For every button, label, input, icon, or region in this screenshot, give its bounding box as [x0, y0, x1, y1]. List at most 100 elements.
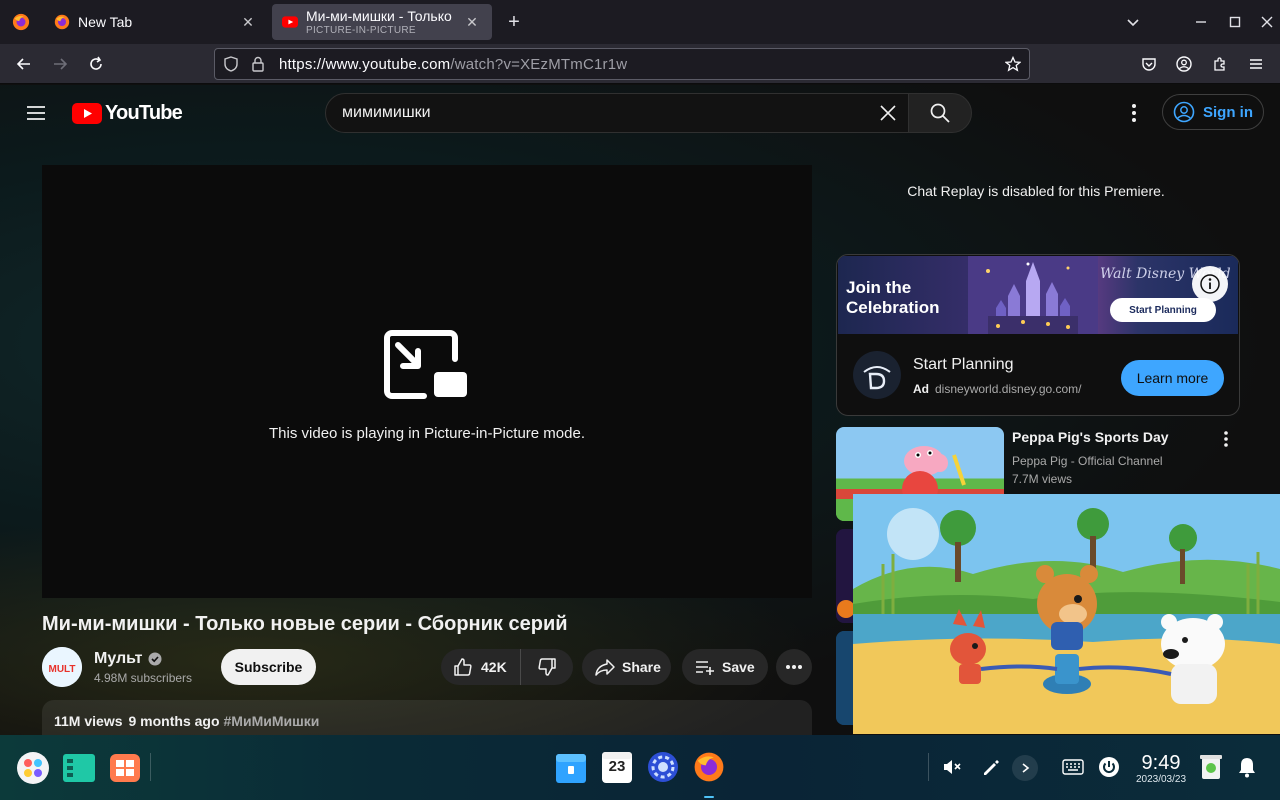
pip-message: This video is playing in Picture-in-Pict…: [269, 425, 585, 442]
like-count: 42K: [481, 659, 507, 675]
horizontal-dots-icon: [786, 665, 802, 669]
upload-age: 9 months ago: [128, 713, 220, 729]
trash-icon: [1200, 755, 1222, 779]
close-icon: [1261, 16, 1273, 28]
settings-more-button[interactable]: [1122, 101, 1146, 125]
picture-in-picture-icon: [384, 330, 467, 399]
ad-info-button[interactable]: [1192, 266, 1228, 302]
lock-icon[interactable]: [251, 56, 265, 72]
subscribe-button[interactable]: Subscribe: [221, 649, 316, 685]
volume-button[interactable]: [940, 755, 964, 779]
guide-menu-button[interactable]: [24, 101, 48, 125]
arrow-right-icon: [54, 58, 68, 70]
search-icon: [930, 103, 950, 123]
clock-date[interactable]: 2023/03/23: [1128, 774, 1194, 785]
power-button[interactable]: [1096, 754, 1122, 780]
volume-muted-icon: [944, 760, 961, 774]
search-query: мимимишки: [342, 104, 431, 121]
list-all-tabs-button[interactable]: [1123, 12, 1143, 32]
pocket-button[interactable]: [1137, 52, 1161, 76]
screen-capture-button[interactable]: [978, 755, 1002, 779]
tab-close-button[interactable]: ✕: [238, 12, 258, 32]
active-indicator: [704, 796, 714, 798]
arrow-left-icon: [16, 58, 30, 70]
app-store-button[interactable]: [106, 749, 144, 787]
share-button[interactable]: Share: [582, 649, 671, 685]
recommendation-menu-button[interactable]: [1216, 429, 1236, 449]
forward-button[interactable]: [48, 52, 72, 76]
castle-illustration: [968, 256, 1098, 334]
recommendation-title[interactable]: Peppa Pig's Sports Day: [1012, 429, 1169, 445]
file-manager-button[interactable]: [553, 748, 589, 786]
tab-new-tab[interactable]: New Tab ✕: [44, 4, 268, 40]
like-button[interactable]: 42K: [441, 649, 521, 685]
calendar-button[interactable]: 23: [599, 748, 635, 786]
browser-tab-bar: New Tab ✕ Ми-ми-мишки - Только PICTURE-I…: [0, 0, 1280, 44]
chevron-right-icon: [1022, 763, 1030, 773]
tab-youtube-video[interactable]: Ми-ми-мишки - Только PICTURE-IN-PICTURE …: [272, 4, 492, 40]
expand-tray-button[interactable]: [1012, 755, 1038, 781]
like-dislike-group: 42K: [441, 649, 573, 685]
ad-headline-line-2: Celebration: [846, 298, 940, 317]
disney-plus-logo-icon: [863, 366, 891, 390]
extensions-button[interactable]: [1208, 52, 1232, 76]
url-bar[interactable]: https://www.youtube.com/watch?v=XEzMTmC1…: [214, 48, 1030, 80]
learn-more-button[interactable]: Learn more: [1121, 360, 1224, 396]
description-box[interactable]: 11M views 9 months ago #МиМиМишки: [42, 700, 812, 735]
pip-video-window[interactable]: [853, 494, 1280, 734]
save-label: Save: [722, 659, 755, 675]
channel-avatar[interactable]: MULT: [42, 647, 82, 687]
calendar-day: 23: [608, 758, 626, 775]
sign-in-label: Sign in: [1203, 103, 1253, 121]
firefox-icon: [694, 752, 724, 782]
maximize-button[interactable]: [1225, 12, 1245, 32]
video-player[interactable]: This video is playing in Picture-in-Pict…: [42, 165, 812, 598]
sign-in-button[interactable]: Sign in: [1162, 94, 1264, 130]
close-window-button[interactable]: [1257, 12, 1277, 32]
app-menu-button[interactable]: [1244, 52, 1268, 76]
ad-banner-image[interactable]: Join the Celebration Walt Disney World St…: [838, 256, 1238, 334]
search-input[interactable]: мимимишки: [325, 93, 909, 133]
minimize-icon: [1196, 21, 1206, 23]
new-tab-button[interactable]: +: [502, 10, 526, 34]
firefox-taskbar-button[interactable]: [691, 748, 727, 798]
youtube-wordmark: YouTube: [105, 102, 183, 124]
launcher-button[interactable]: [14, 749, 52, 787]
save-button[interactable]: Save: [682, 649, 768, 685]
ad-card[interactable]: Join the Celebration Walt Disney World St…: [836, 254, 1240, 416]
firefox-menu-button[interactable]: [0, 0, 42, 44]
hashtag-link[interactable]: #МиМиМишки: [224, 713, 320, 729]
minimize-button[interactable]: [1191, 12, 1211, 32]
channel-logo-icon: MULT: [42, 647, 82, 687]
reload-button[interactable]: [84, 52, 108, 76]
recommendation-channel[interactable]: Peppa Pig - Official Channel: [1012, 454, 1163, 468]
tab-close-button[interactable]: ✕: [462, 12, 482, 32]
youtube-logo[interactable]: YouTube: [72, 102, 183, 125]
channel-name[interactable]: Мульт: [94, 650, 162, 668]
multitask-view-button[interactable]: [60, 749, 98, 787]
url-text[interactable]: https://www.youtube.com/watch?v=XEzMTmC1…: [279, 56, 627, 73]
advertiser-logo[interactable]: [853, 351, 901, 399]
search-button[interactable]: [908, 93, 972, 133]
app-grid-icon: [110, 754, 140, 782]
ad-title[interactable]: Start Planning: [913, 356, 1014, 374]
dislike-button[interactable]: [521, 657, 573, 677]
tracking-protection-shield-icon[interactable]: [223, 56, 239, 72]
vertical-dots-icon: [1224, 431, 1228, 447]
youtube-play-logo-icon: [72, 103, 102, 124]
ad-banner-cta[interactable]: Start Planning: [1110, 298, 1216, 322]
more-actions-button[interactable]: [776, 649, 812, 685]
keyboard-button[interactable]: [1060, 755, 1086, 779]
power-icon: [1099, 757, 1119, 777]
control-center-button[interactable]: [645, 748, 681, 786]
subscriber-count: 4.98M subscribers: [94, 671, 193, 685]
back-button[interactable]: [12, 52, 36, 76]
reload-icon: [90, 56, 102, 70]
clock-time[interactable]: 9:49: [1133, 752, 1189, 775]
bookmark-star-icon[interactable]: [1005, 56, 1021, 72]
account-button[interactable]: [1172, 52, 1196, 76]
clear-search-button[interactable]: [868, 93, 908, 133]
notifications-button[interactable]: [1235, 754, 1259, 780]
taskbar-divider: [150, 753, 151, 781]
trash-button[interactable]: [1198, 751, 1224, 781]
